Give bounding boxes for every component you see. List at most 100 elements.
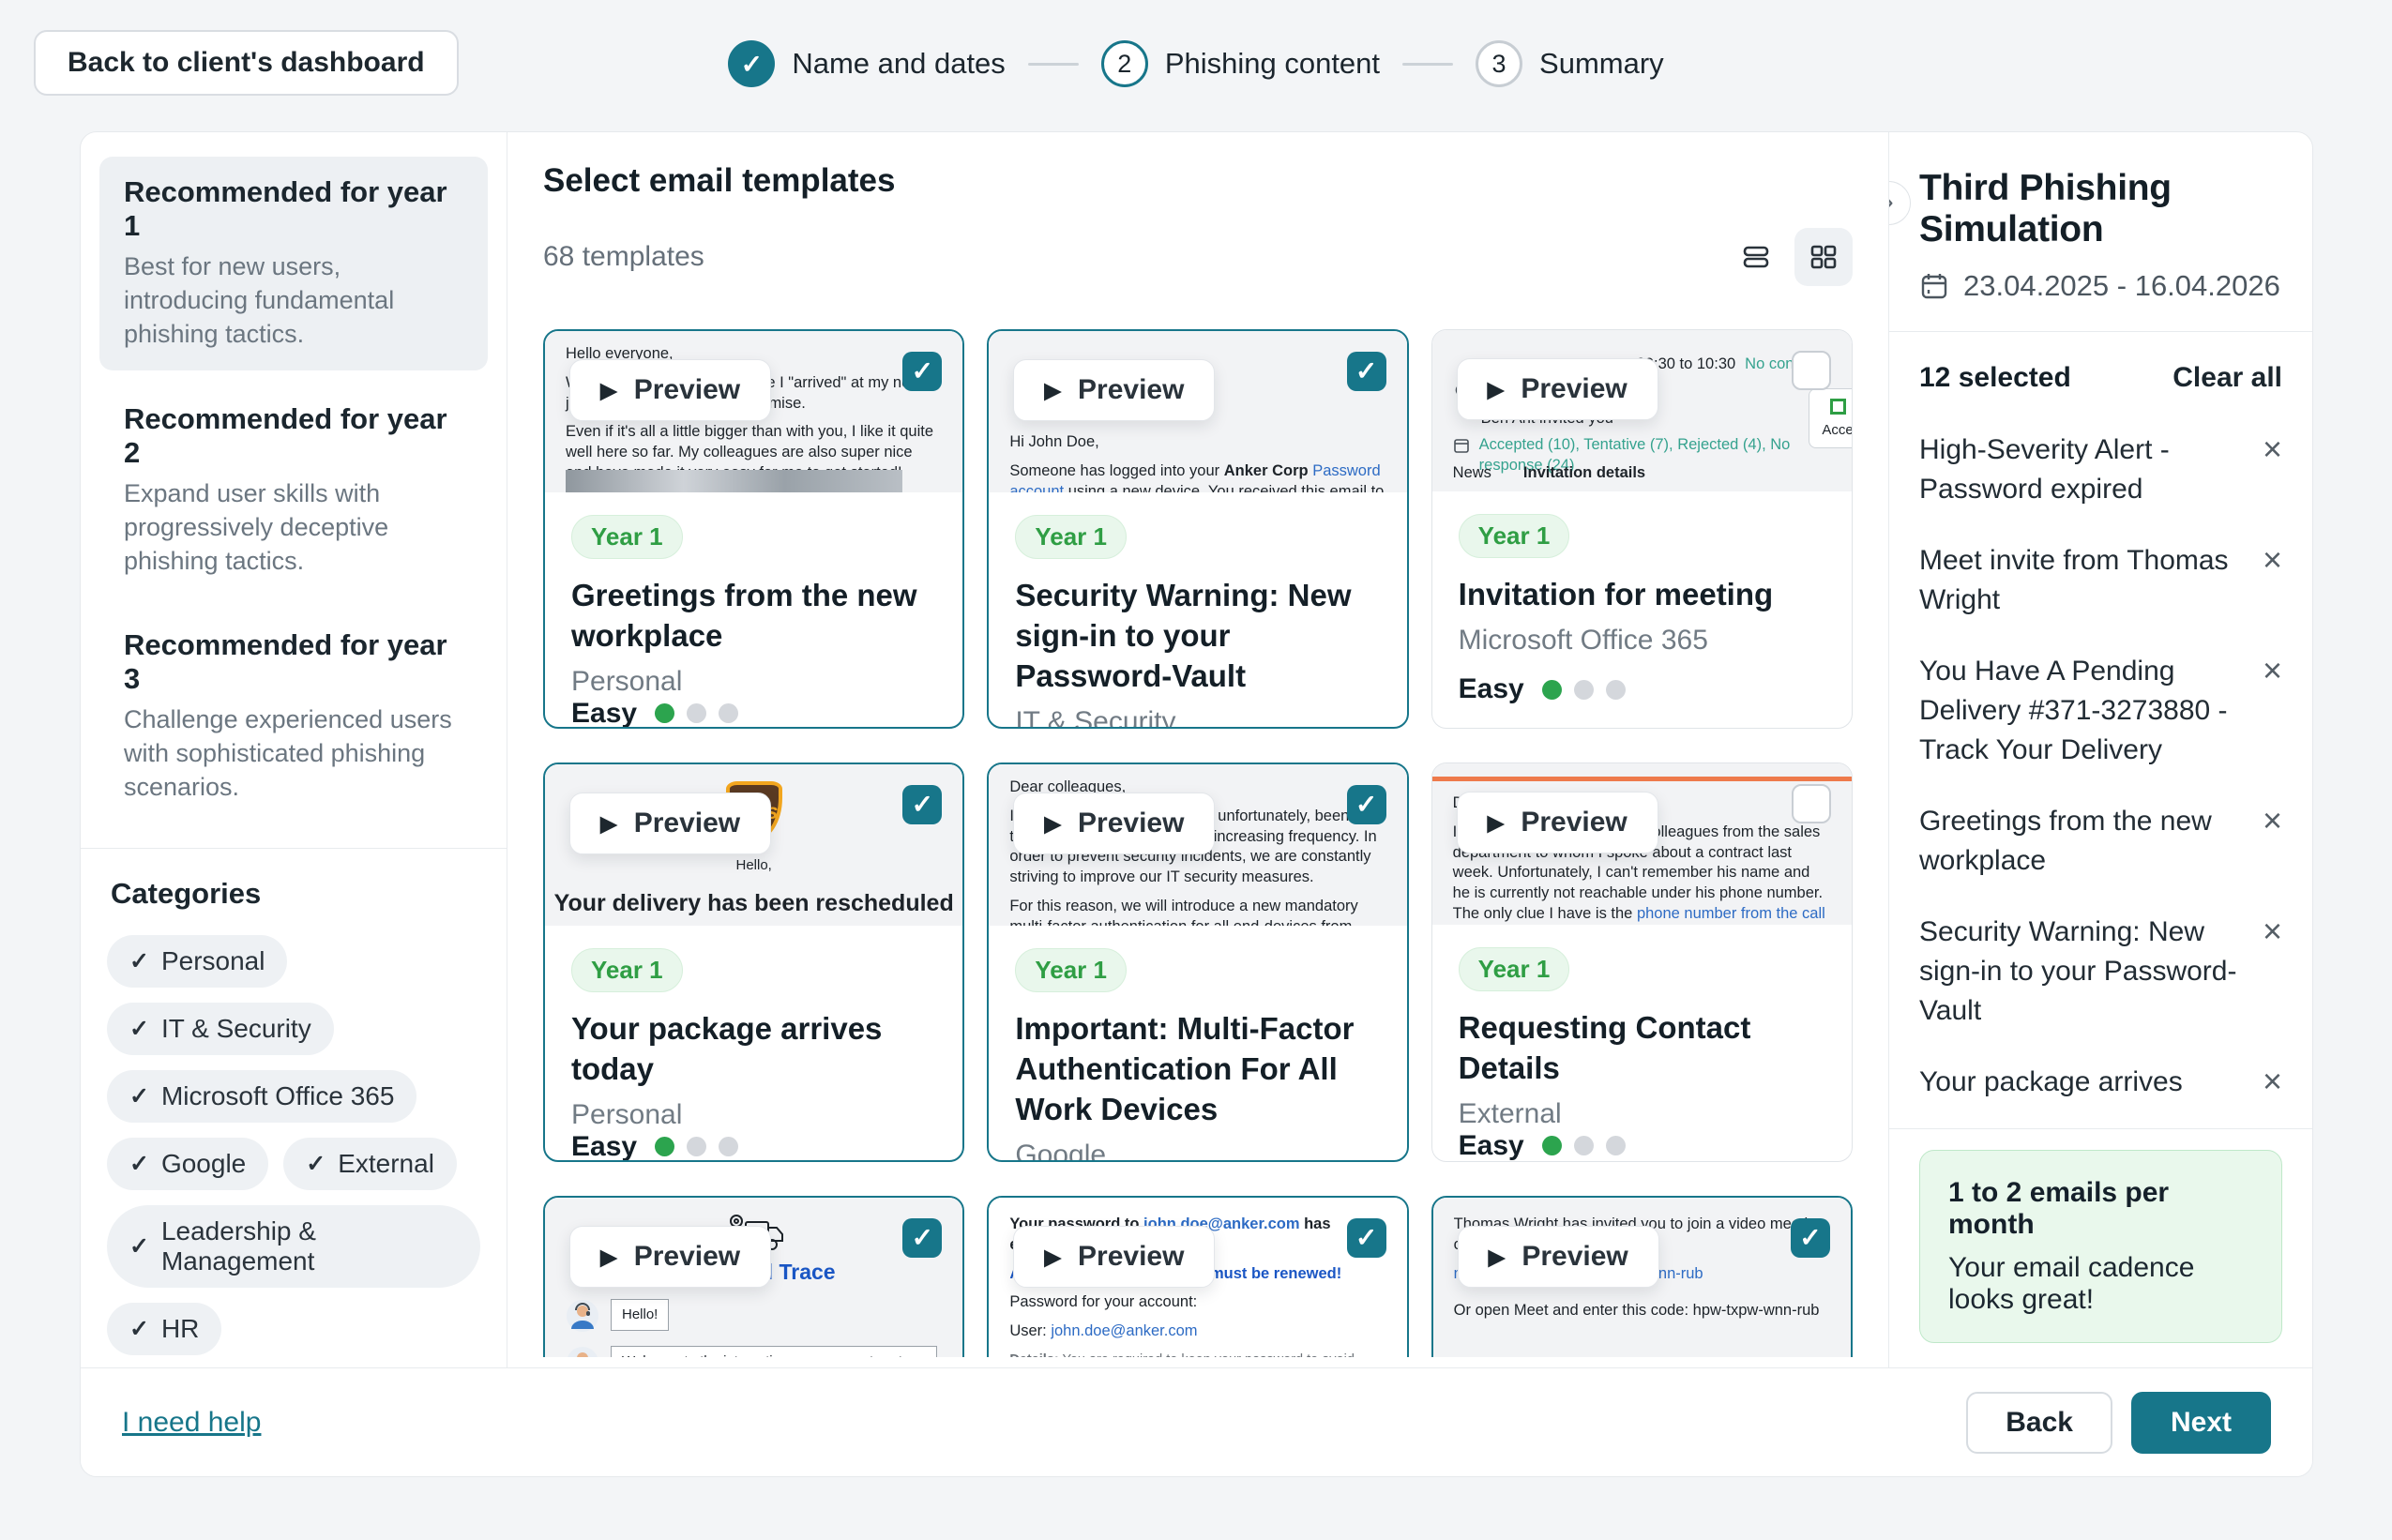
preview-label: Preview [1521, 373, 1627, 405]
selected-item: Greetings from the new workplace× [1919, 786, 2282, 897]
template-title: Requesting Contact Details [1459, 1008, 1825, 1089]
card-body: Year 1 Requesting Contact Details Extern… [1432, 925, 1852, 1159]
selected-item: Security Warning: New sign-in to your Pa… [1919, 897, 2282, 1047]
grid-view-icon [1807, 240, 1840, 274]
template-checkbox-unchecked[interactable] [1792, 784, 1831, 823]
preview-button[interactable]: ▶Preview [1457, 358, 1658, 420]
check-icon: ✓ [129, 1015, 149, 1043]
list-view-button[interactable] [1727, 228, 1785, 286]
chip-it-security[interactable]: ✓IT & Security [107, 1003, 334, 1055]
template-checkbox-unchecked[interactable] [1792, 351, 1831, 390]
collapse-panel-button[interactable]: › [1888, 181, 1911, 225]
template-card-security-warning[interactable]: Hi John Doe, Someone has logged into you… [987, 329, 1408, 729]
recommended-year-2[interactable]: Recommended for year 2 Expand user skill… [99, 384, 488, 597]
year-badge: Year 1 [571, 948, 683, 992]
difficulty-label: Easy [1459, 1130, 1524, 1162]
play-icon: ▶ [1044, 378, 1061, 403]
preview-button[interactable]: ▶Preview [1013, 359, 1215, 421]
check-icon: ✓ [129, 1232, 149, 1261]
preview-button[interactable]: ▶Preview [1457, 792, 1658, 853]
remove-item-button[interactable]: × [2263, 913, 2282, 950]
template-card-mfa[interactable]: Dear colleagues, In the past, our compan… [987, 762, 1408, 1162]
email-text: Or open Meet and enter this code: hpw-tx… [1454, 1301, 1830, 1321]
email-preview-thumbnail: Thomas Wright has invited you to join a … [1433, 1198, 1851, 1357]
template-checkbox-checked[interactable]: ✓ [902, 352, 942, 391]
email-text: Password for your account: [1009, 1292, 1385, 1313]
preview-button[interactable]: ▶Preview [569, 793, 771, 854]
preview-label: Preview [634, 374, 740, 406]
template-checkbox-checked[interactable]: ✓ [1347, 1218, 1386, 1258]
template-title: Security Warning: New sign-in to your Pa… [1015, 576, 1380, 697]
email-accent-bar [1432, 777, 1852, 781]
left-sidebar: Recommended for year 1 Best for new user… [81, 132, 507, 1367]
email-preview-thumbnail: Dear Sir or Madam, I am looking for one … [1432, 763, 1852, 925]
simulation-summary-panel: › Third Phishing Simulation 23.04.2025 -… [1888, 132, 2312, 1367]
remove-item-button[interactable]: × [2263, 1063, 2282, 1100]
recommended-year-3[interactable]: Recommended for year 3 Challenge experie… [99, 610, 488, 823]
template-category: External [1459, 1098, 1825, 1130]
difficulty-dot-active [655, 703, 674, 723]
preview-button[interactable]: ▶Preview [1013, 1226, 1215, 1288]
chip-external[interactable]: ✓External [283, 1138, 457, 1190]
card-body: Year 1 Important: Multi-Factor Authentic… [989, 926, 1406, 1160]
template-card-meet-invite[interactable]: Thomas Wright has invited you to join a … [1431, 1196, 1853, 1357]
email-text: For this reason, we will introduce a new… [1009, 897, 1385, 926]
top-bar: Back to client's dashboard ✓ Name and da… [0, 0, 2392, 131]
back-button[interactable]: Back [1966, 1392, 2112, 1454]
template-card-contact-details[interactable]: Dear Sir or Madam, I am looking for one … [1431, 762, 1853, 1162]
preview-label: Preview [1521, 1241, 1627, 1273]
help-link[interactable]: I need help [122, 1407, 261, 1439]
remove-item-button[interactable]: × [2263, 802, 2282, 839]
tab-news: News [1453, 463, 1491, 484]
grid-view-button[interactable] [1794, 228, 1853, 286]
selected-item: High-Severity Alert - Password expired× [1919, 415, 2282, 525]
template-checkbox-checked[interactable]: ✓ [1347, 785, 1386, 824]
template-grid: Hello everyone, Wrote you to get in touc… [543, 329, 1853, 1357]
template-category: Google [1015, 1140, 1380, 1162]
chip-google[interactable]: ✓Google [107, 1138, 268, 1190]
template-title: Greetings from the new workplace [571, 576, 936, 657]
chip-personal[interactable]: ✓Personal [107, 935, 287, 988]
template-checkbox-checked[interactable]: ✓ [1791, 1218, 1830, 1258]
template-count: 68 templates [543, 241, 704, 273]
template-checkbox-checked[interactable]: ✓ [1347, 352, 1386, 391]
card-body: Year 1 Your package arrives today Person… [545, 926, 962, 1160]
template-checkbox-checked[interactable]: ✓ [902, 1218, 942, 1258]
chip-microsoft-office-365[interactable]: ✓Microsoft Office 365 [107, 1070, 416, 1123]
chip-leadership-management[interactable]: ✓Leadership & Management [107, 1205, 480, 1288]
remove-item-button[interactable]: × [2263, 430, 2282, 468]
preview-button[interactable]: ▶Preview [569, 1226, 771, 1288]
step-todo-circle: 3 [1476, 40, 1522, 87]
chip-hr[interactable]: ✓HR [107, 1303, 221, 1355]
clear-all-button[interactable]: Clear all [2172, 362, 2282, 394]
play-icon: ▶ [1044, 811, 1061, 837]
attendees-icon [1453, 437, 1470, 454]
template-card-meeting-invitation[interactable]: 09:30 to 10:30No conflicts Teams Meeting… [1431, 329, 1853, 729]
preview-button[interactable]: ▶ Preview [1458, 1226, 1659, 1288]
play-icon: ▶ [1489, 1245, 1506, 1270]
difficulty-label: Easy [571, 698, 637, 729]
template-card-delivery[interactable]: usps Hello, Your delivery has been resch… [543, 762, 964, 1162]
preview-button[interactable]: ▶Preview [1013, 793, 1215, 854]
remove-item-button[interactable]: × [2263, 541, 2282, 579]
email-tabs: NewsInvitation details [1453, 463, 1645, 484]
email-text: User: john.doe@anker.com [1009, 1321, 1385, 1342]
next-button[interactable]: Next [2131, 1392, 2271, 1454]
template-card-password-expired[interactable]: Your password to john.doe@anker.com has … [987, 1196, 1408, 1357]
chip-label: Personal [161, 946, 265, 976]
step-name-and-dates[interactable]: ✓ Name and dates [728, 40, 1005, 87]
step-summary[interactable]: 3 Summary [1476, 40, 1664, 87]
panel-divider [1889, 1128, 2312, 1129]
preview-label: Preview [1521, 807, 1627, 838]
template-card-track-and-trace[interactable]: Track and Trace Hello! Welcome to the in… [543, 1196, 964, 1357]
difficulty-dot [1574, 680, 1594, 700]
email-preview-thumbnail: 09:30 to 10:30No conflicts Teams Meeting… [1432, 330, 1852, 491]
preview-button[interactable]: ▶Preview [569, 359, 771, 421]
step-phishing-content[interactable]: 2 Phishing content [1101, 40, 1380, 87]
recommended-year-1[interactable]: Recommended for year 1 Best for new user… [99, 157, 488, 370]
remove-item-button[interactable]: × [2263, 652, 2282, 689]
template-checkbox-checked[interactable]: ✓ [902, 785, 942, 824]
email-preview-thumbnail: Your password to john.doe@anker.com has … [989, 1198, 1406, 1357]
selected-item: Your package arrives today× [1919, 1047, 2282, 1100]
template-card-greetings[interactable]: Hello everyone, Wrote you to get in touc… [543, 329, 964, 729]
